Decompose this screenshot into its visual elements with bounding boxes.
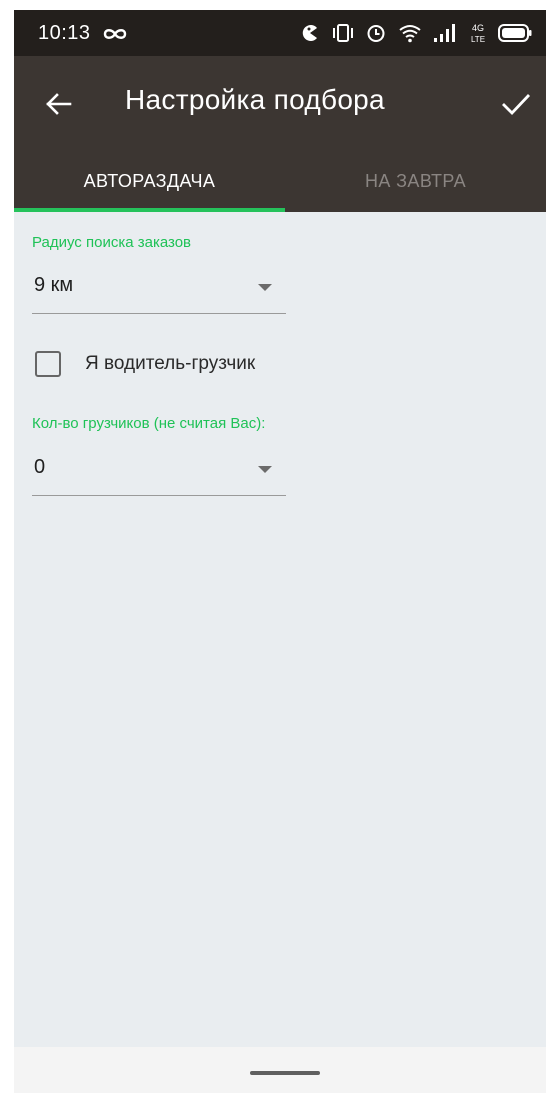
svg-text:4G: 4G (472, 23, 484, 33)
status-time: 10:13 (38, 22, 91, 44)
loader-driver-checkbox[interactable] (35, 351, 61, 377)
pacman-icon (302, 25, 317, 41)
app-bar: Настройка подбора (14, 56, 546, 150)
navigation-bar (14, 1047, 546, 1093)
loaders-count-select[interactable]: 0 (32, 446, 286, 496)
tab-tomorrow[interactable]: НА ЗАВТРА (285, 150, 546, 212)
status-bar: 10:13 4G LTE (14, 10, 546, 56)
loader-driver-label: Я водитель-грузчик (85, 353, 256, 374)
dropdown-arrow-icon (258, 466, 272, 473)
tab-label: АВТОРАЗДАЧА (83, 170, 216, 191)
checkmark-icon (502, 94, 531, 116)
alarm-icon (367, 25, 385, 42)
loader-driver-checkbox-row[interactable]: Я водитель-грузчик (32, 349, 255, 379)
tab-label: НА ЗАВТРА (364, 170, 467, 191)
radius-value: 9 км (34, 274, 74, 296)
app-screen: 10:13 4G LTE Настройка подбора АВТОРАЗДА… (14, 10, 546, 1093)
tab-indicator (14, 208, 285, 212)
signal-icon (434, 24, 455, 42)
loaders-count-label: Кол-во грузчиков (не считая Вас): (32, 415, 266, 432)
home-gesture-handle[interactable] (250, 1071, 320, 1075)
tab-bar: АВТОРАЗДАЧА НА ЗАВТРА (14, 150, 546, 212)
tab-autodistribution[interactable]: АВТОРАЗДАЧА (14, 150, 285, 212)
radius-label: Радиус поиска заказов (32, 234, 192, 251)
infinity-icon (103, 29, 127, 39)
4g-lte-icon: 4G LTE (471, 23, 485, 44)
back-button[interactable] (38, 84, 78, 124)
page-title: Настройка подбора (125, 84, 385, 115)
loaders-count-value: 0 (34, 456, 46, 478)
dropdown-arrow-icon (258, 284, 272, 291)
svg-text:LTE: LTE (471, 35, 485, 44)
arrow-left-icon (46, 93, 72, 115)
wifi-icon (399, 25, 421, 43)
battery-icon (498, 24, 532, 42)
confirm-button[interactable] (494, 82, 538, 126)
vibrate-icon (333, 24, 353, 42)
radius-select[interactable]: 9 км (32, 264, 286, 314)
status-icons: 4G LTE (300, 20, 532, 46)
